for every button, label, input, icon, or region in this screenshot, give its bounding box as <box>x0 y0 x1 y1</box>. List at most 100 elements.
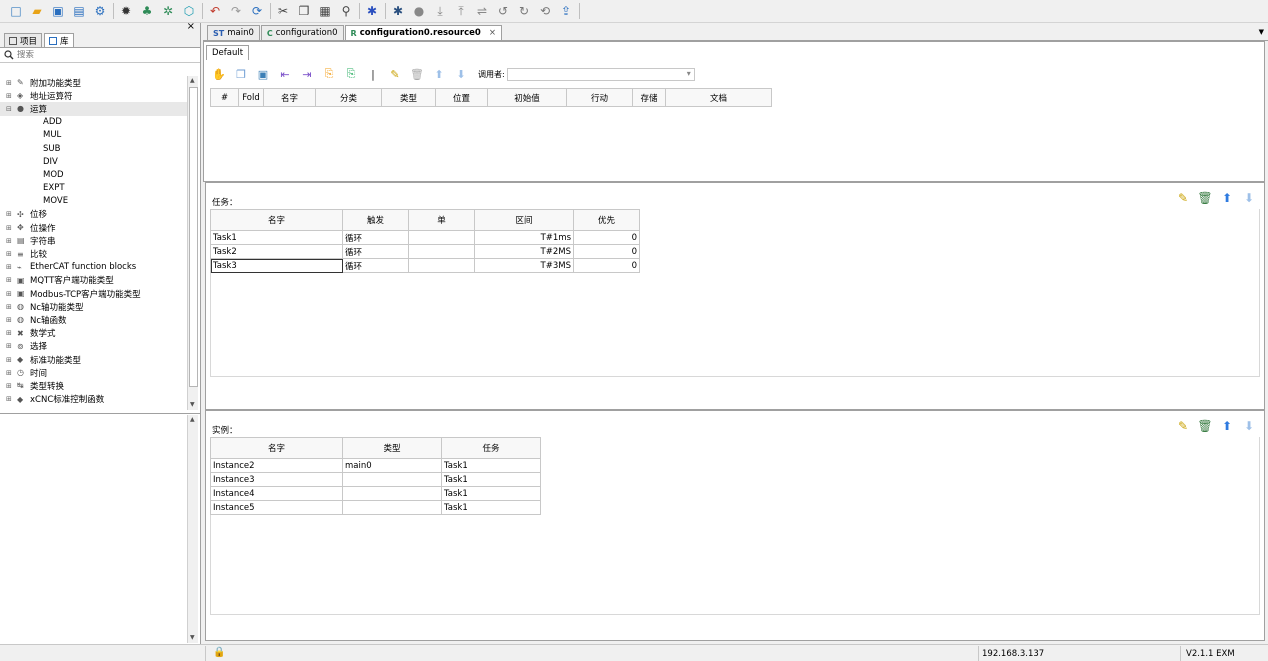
tree-node[interactable]: ⊞ ◆ xCNC标准控制函数 <box>0 393 187 406</box>
tree-node[interactable]: ⊞ ✎ 附加功能类型 <box>0 76 187 89</box>
table-cell[interactable]: Task1 <box>441 472 541 487</box>
table-cell[interactable]: 0 <box>573 258 640 273</box>
column-header[interactable]: 名字 <box>264 88 316 107</box>
table-cell[interactable] <box>342 486 442 501</box>
column-header[interactable]: 优先 <box>573 209 640 231</box>
expand-icon[interactable]: ⊞ <box>6 263 14 271</box>
refresh-icon[interactable]: ⟳ <box>249 3 265 19</box>
tab-list-dropdown-icon[interactable]: ▼ <box>1259 28 1264 36</box>
delete-icon[interactable]: 🗑 <box>410 67 424 81</box>
column-header[interactable]: 单 <box>408 209 475 231</box>
tree-node[interactable]: ⊞ ▣ MQTT客户端功能类型 <box>0 274 187 287</box>
expand-icon[interactable]: ⊞ <box>6 210 14 218</box>
hand-icon[interactable]: ✋ <box>212 67 226 81</box>
search-input[interactable] <box>17 50 187 60</box>
editor-tab-configuration0[interactable]: Cconfiguration0 <box>260 25 344 40</box>
delete-instance-icon[interactable]: 🗑 <box>1197 419 1212 433</box>
tree-node[interactable]: ⊞ ▣ Modbus-TCP客户端功能类型 <box>0 287 187 300</box>
new-file-icon[interactable]: □ <box>8 3 24 19</box>
add-above-icon[interactable]: ⎘ <box>322 67 336 81</box>
scroll-down-icon[interactable]: ▼ <box>190 401 195 408</box>
tree-node[interactable]: ⊞ ✣ 位移 <box>0 208 187 221</box>
table-row[interactable]: Task3 循环 T#3MS 0 <box>210 258 640 273</box>
expand-icon[interactable]: ⊞ <box>6 316 14 324</box>
editor-tab-configuration0-resource0[interactable]: Rconfiguration0.resource0 × <box>344 25 502 40</box>
move-up-icon[interactable]: ⬆ <box>432 67 446 81</box>
table-row[interactable]: Instance2 main0 Task1 <box>210 458 541 473</box>
editor-tab-main0[interactable]: ST main0 <box>207 25 260 40</box>
scrollbar-thumb[interactable] <box>189 87 198 387</box>
tree-node[interactable]: ⊞ ⊚ 选择 <box>0 340 187 353</box>
move-right-icon[interactable]: ⇥ <box>300 67 314 81</box>
table-cell[interactable]: 0 <box>573 230 640 245</box>
expand-icon[interactable]: ⊞ <box>6 303 14 311</box>
table-cell[interactable]: Task1 <box>441 486 541 501</box>
column-header[interactable]: 文档 <box>666 88 772 107</box>
column-header[interactable]: 类型 <box>342 437 442 459</box>
table-cell[interactable]: 循环 <box>342 258 409 273</box>
tree-leaf[interactable]: MUL <box>0 129 187 142</box>
settings-icon[interactable]: ⚙ <box>92 3 108 19</box>
tree-leaf[interactable]: MOVE <box>0 195 187 208</box>
table-cell[interactable]: Task2 <box>210 244 343 259</box>
table-cell[interactable]: main0 <box>342 458 442 473</box>
column-header[interactable]: 名字 <box>210 437 343 459</box>
table-row[interactable]: Instance4 Task1 <box>210 486 541 501</box>
expand-icon[interactable]: ⊞ <box>6 395 14 403</box>
open-folder-icon[interactable]: ▰ <box>29 3 45 19</box>
debug-gear-icon[interactable]: ✲ <box>160 3 176 19</box>
table-row[interactable]: Task2 循环 T#2MS 0 <box>210 244 640 259</box>
undo-icon[interactable]: ↶ <box>207 3 223 19</box>
move-up-icon[interactable]: ⬆ <box>1220 419 1234 433</box>
redo-icon[interactable]: ↷ <box>228 3 244 19</box>
properties-scrollbar[interactable]: ▲ ▼ <box>187 415 198 643</box>
tree-node[interactable]: ⊞ ↹ 类型转换 <box>0 379 187 392</box>
upload-arrow-icon[interactable]: ⤒ <box>453 3 469 19</box>
move-down-icon[interactable]: ⬇ <box>1242 419 1256 433</box>
step-over-icon[interactable]: ⟲ <box>537 3 553 19</box>
expand-icon[interactable]: ⊞ <box>6 342 14 350</box>
column-header[interactable]: 区间 <box>474 209 574 231</box>
table-cell[interactable]: Task1 <box>441 458 541 473</box>
network-icon[interactable]: ⬡ <box>181 3 197 19</box>
paste-var-icon[interactable]: ▣ <box>256 67 270 81</box>
tree-node[interactable]: ⊞ ≡ 比较 <box>0 247 187 261</box>
expand-icon[interactable]: ⊞ <box>6 237 14 245</box>
table-cell[interactable]: Instance5 <box>210 500 343 515</box>
tree-node[interactable]: ⊞ ◈ 地址运算符 <box>0 89 187 102</box>
copy-icon[interactable]: ❐ <box>296 3 312 19</box>
table-cell[interactable]: Instance4 <box>210 486 343 501</box>
tree-leaf[interactable]: DIV <box>0 155 187 168</box>
cut-icon[interactable]: ✂ <box>275 3 291 19</box>
add-instance-icon[interactable]: ✎ <box>1176 419 1190 433</box>
bug-icon[interactable]: ✱ <box>364 3 380 19</box>
tree-node[interactable]: ⊞ ◷ 时间 <box>0 366 187 379</box>
expand-icon[interactable]: ⊞ <box>6 369 14 377</box>
expand-icon[interactable]: ⊞ <box>6 276 14 284</box>
table-cell[interactable]: Task3 <box>210 258 343 273</box>
copy-var-icon[interactable]: ❐ <box>234 67 248 81</box>
table-cell[interactable]: 循环 <box>342 244 409 259</box>
table-row[interactable]: Task1 循环 T#1ms 0 <box>210 230 640 245</box>
tree-node[interactable]: ⊞ ⌁ EtherCAT function blocks <box>0 261 187 274</box>
reset-icon[interactable]: ↺ <box>495 3 511 19</box>
scroll-up-icon[interactable]: ▲ <box>190 77 195 84</box>
column-header[interactable]: 存储 <box>633 88 666 107</box>
caller-select[interactable] <box>506 67 695 81</box>
expand-icon[interactable]: ⊞ <box>6 224 14 232</box>
bug-run-icon[interactable]: ✱ <box>390 3 406 19</box>
column-header[interactable]: 分类 <box>316 88 382 107</box>
column-header[interactable]: 任务 <box>441 437 541 459</box>
table-cell[interactable] <box>408 258 475 273</box>
column-header[interactable]: 类型 <box>382 88 436 107</box>
table-cell[interactable]: T#1ms <box>474 230 574 245</box>
scroll-down-icon[interactable]: ▼ <box>190 634 195 641</box>
tree-node[interactable]: ⊞ ✖ 数学式 <box>0 327 187 340</box>
table-cell[interactable]: T#2MS <box>474 244 574 259</box>
step-icon[interactable]: ↻ <box>516 3 532 19</box>
expand-icon[interactable]: ⊞ <box>6 356 14 364</box>
table-cell[interactable]: Task1 <box>210 230 343 245</box>
tree-node[interactable]: ⊞ ✥ 位操作 <box>0 221 187 234</box>
collapse-icon[interactable]: ⊟ <box>6 105 14 113</box>
paste-icon[interactable]: ▦ <box>317 3 333 19</box>
